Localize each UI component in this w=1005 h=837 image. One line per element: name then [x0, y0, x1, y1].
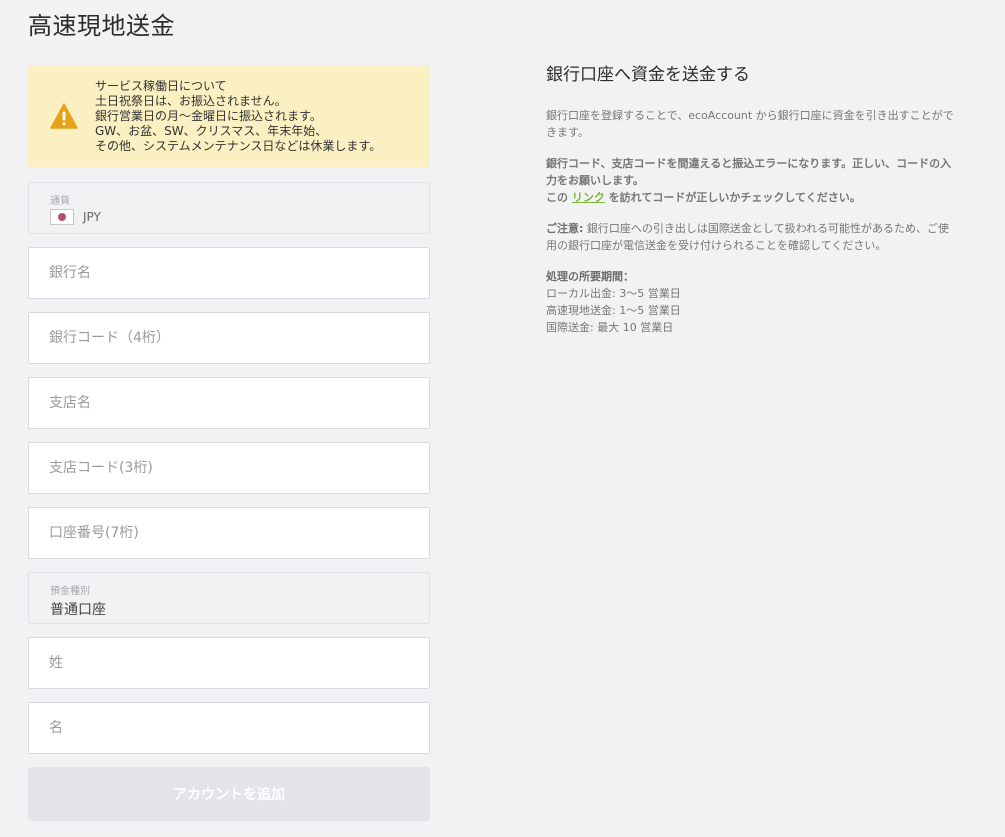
notice-line: GW、お盆、SW、クリスマス、年末年始、 [95, 123, 328, 138]
processing-times: 処理の所要期間： ローカル出金: 3～5 営業日 高速現地送金: 1～5 営業日… [546, 268, 956, 336]
info-panel: 銀行口座へ資金を送金する 銀行口座を登録することで、ecoAccount から銀… [546, 60, 956, 350]
bank-form-column: サービス稼働日について 土日祝祭日は、お振込されません。 銀行営業日の月～金曜日… [28, 65, 430, 821]
account-number-field[interactable] [28, 507, 430, 559]
bank-name-field[interactable] [28, 247, 430, 299]
currency-field: 通貨 JPY [28, 182, 430, 234]
page-title: 高速現地送金 [28, 12, 175, 40]
currency-label: 通貨 [50, 196, 70, 207]
code-check-link[interactable]: リンク [572, 191, 605, 204]
processing-item: 高速現地送金: 1～5 営業日 [546, 304, 681, 317]
add-account-button[interactable]: アカウントを追加 [28, 767, 430, 821]
warning-icon [50, 103, 78, 129]
currency-value-row: JPY [50, 209, 101, 225]
account-type-label: 預金種別 [50, 586, 90, 597]
info-paragraph: 銀行口座を登録することで、ecoAccount から銀行口座に資金を引き出すこと… [546, 109, 954, 139]
notice-line: サービス稼働日について [95, 78, 227, 93]
caution-paragraph: ご注意: 銀行口座への引き出しは国際送金として扱われる可能性があるため、ご使用の… [546, 220, 956, 254]
link-suffix: を訪れてコードが正しいかチェックしてください。 [608, 191, 861, 204]
first-name-field[interactable] [28, 702, 430, 754]
account-number-input[interactable] [29, 508, 429, 558]
currency-value: JPY [83, 210, 101, 224]
account-type-field: 預金種別 普通口座 [28, 572, 430, 624]
processing-item: ローカル出金: 3～5 営業日 [546, 287, 681, 300]
code-warning-paragraph: 銀行コード、支店コードを間違えると振込エラーになります。正しい、コードの入力をお… [546, 155, 956, 206]
service-notice: サービス稼働日について 土日祝祭日は、お振込されません。 銀行営業日の月～金曜日… [28, 65, 430, 167]
japan-flag-icon [50, 209, 74, 225]
notice-text: サービス稼働日について 土日祝祭日は、お振込されません。 銀行営業日の月～金曜日… [95, 79, 381, 154]
bank-code-input[interactable] [29, 313, 429, 363]
branch-name-field[interactable] [28, 377, 430, 429]
notice-line: 土日祝祭日は、お振込されません。 [95, 93, 287, 108]
last-name-input[interactable] [29, 638, 429, 688]
branch-code-input[interactable] [29, 443, 429, 493]
bank-code-field[interactable] [28, 312, 430, 364]
bank-name-input[interactable] [29, 248, 429, 298]
caution-label: ご注意: [546, 222, 584, 235]
link-prefix: この [546, 191, 568, 204]
processing-item: 国際送金: 最大 10 営業日 [546, 321, 674, 334]
notice-line: その他、システムメンテナンス日などは休業します。 [95, 138, 382, 153]
branch-code-field[interactable] [28, 442, 430, 494]
last-name-field[interactable] [28, 637, 430, 689]
first-name-input[interactable] [29, 703, 429, 753]
page: 高速現地送金 サービス稼働日について 土日祝祭日は、お振込されません。 銀行営業… [0, 0, 1005, 837]
branch-name-input[interactable] [29, 378, 429, 428]
notice-line: 銀行営業日の月～金曜日に振込されます。 [95, 108, 322, 123]
caution-text: 銀行口座への引き出しは国際送金として扱われる可能性があるため、ご使用の銀行口座が… [546, 222, 950, 252]
processing-title: 処理の所要期間： [546, 270, 634, 283]
code-warning-text: 銀行コード、支店コードを間違えると振込エラーになります。正しい、コードの入力をお… [546, 157, 952, 187]
account-type-value: 普通口座 [50, 602, 106, 618]
info-heading: 銀行口座へ資金を送金する [546, 65, 750, 85]
